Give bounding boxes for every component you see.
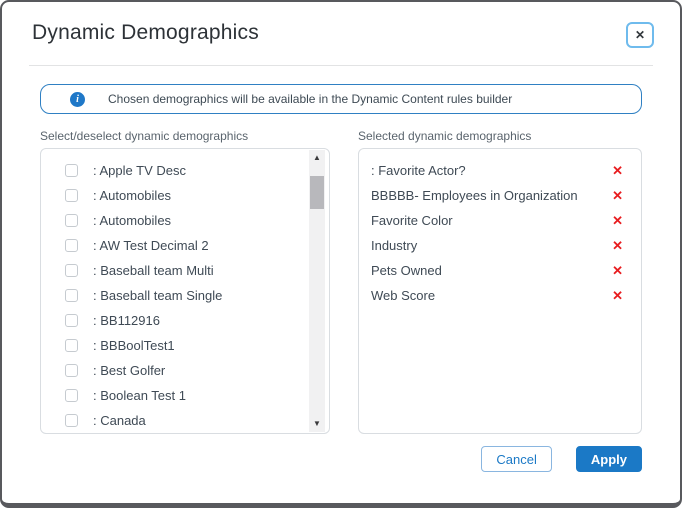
info-banner-text: Chosen demographics will be available in…	[108, 92, 512, 106]
available-panel: Select/deselect dynamic demographics : A…	[40, 129, 330, 434]
demographic-label: : Boolean Test 1	[93, 388, 186, 403]
demographic-label: : Apple TV Desc	[93, 163, 186, 178]
demographic-label: : Baseball team Multi	[93, 263, 214, 278]
info-icon: i	[70, 92, 85, 107]
remove-icon[interactable]: ✕	[612, 264, 623, 277]
selected-demographic-row: Favorite Color ✕	[371, 208, 626, 233]
selected-demographic-row: : Favorite Actor? ✕	[371, 158, 626, 183]
available-demographic-row: : BBBoolTest1	[65, 333, 309, 358]
demographic-checkbox[interactable]	[65, 389, 78, 402]
available-panel-label: Select/deselect dynamic demographics	[40, 129, 330, 143]
demographic-checkbox[interactable]	[65, 289, 78, 302]
demographic-checkbox[interactable]	[65, 264, 78, 277]
available-demographic-row: : Baseball team Multi	[65, 258, 309, 283]
demographic-label: : BBBoolTest1	[93, 338, 175, 353]
demographic-label: Favorite Color	[371, 213, 453, 228]
demographic-label: : Automobiles	[93, 213, 171, 228]
demographic-checkbox[interactable]	[65, 314, 78, 327]
scrollbar[interactable]: ▲ ▼	[309, 150, 325, 432]
demographic-label: Web Score	[371, 288, 435, 303]
page-title: Dynamic Demographics	[32, 21, 259, 45]
dynamic-demographics-modal: Dynamic Demographics ✕ i Chosen demograp…	[0, 0, 682, 508]
header-divider	[29, 65, 653, 66]
selected-demographic-row: Industry ✕	[371, 233, 626, 258]
scroll-up-icon[interactable]: ▲	[313, 150, 321, 166]
available-demographic-row: : AW Test Decimal 2	[65, 233, 309, 258]
selected-rows: : Favorite Actor? ✕ BBBBB- Employees in …	[359, 149, 641, 308]
available-demographic-row: : Best Golfer	[65, 358, 309, 383]
available-demographic-row: : Canada	[65, 408, 309, 433]
selected-panel-label: Selected dynamic demographics	[358, 129, 642, 143]
demographic-checkbox[interactable]	[65, 339, 78, 352]
apply-button[interactable]: Apply	[576, 446, 642, 472]
available-demographic-row: : Automobiles	[65, 208, 309, 233]
demographic-label: : BB112916	[93, 313, 160, 328]
available-demographic-row: : Boolean Test 1	[65, 383, 309, 408]
selected-demographic-row: BBBBB- Employees in Organization ✕	[371, 183, 626, 208]
available-rows: : Apple TV Desc : Automobiles : Automobi…	[41, 149, 329, 433]
available-demographic-row: : Automobiles	[65, 183, 309, 208]
available-demographic-row: : BB112916	[65, 308, 309, 333]
demographic-label: BBBBB- Employees in Organization	[371, 188, 578, 203]
selected-demographics-list: : Favorite Actor? ✕ BBBBB- Employees in …	[358, 148, 642, 434]
remove-icon[interactable]: ✕	[612, 214, 623, 227]
modal-header: Dynamic Demographics ✕	[2, 2, 680, 48]
selected-demographic-row: Pets Owned ✕	[371, 258, 626, 283]
selected-panel: Selected dynamic demographics : Favorite…	[358, 129, 642, 434]
demographic-checkbox[interactable]	[65, 189, 78, 202]
remove-icon[interactable]: ✕	[612, 189, 623, 202]
demographic-label: Pets Owned	[371, 263, 442, 278]
cancel-button[interactable]: Cancel	[481, 446, 551, 472]
demographic-checkbox[interactable]	[65, 414, 78, 427]
selected-demographic-row: Web Score ✕	[371, 283, 626, 308]
demographic-label: : Automobiles	[93, 188, 171, 203]
remove-icon[interactable]: ✕	[612, 239, 623, 252]
remove-icon[interactable]: ✕	[612, 289, 623, 302]
demographic-checkbox[interactable]	[65, 239, 78, 252]
available-demographic-row: : Baseball team Single	[65, 283, 309, 308]
demographic-checkbox[interactable]	[65, 364, 78, 377]
demographic-label: Industry	[371, 238, 417, 253]
close-button[interactable]: ✕	[626, 22, 654, 48]
scroll-down-icon[interactable]: ▼	[313, 416, 321, 432]
demographic-checkbox[interactable]	[65, 164, 78, 177]
available-demographic-row: : Apple TV Desc	[65, 158, 309, 183]
available-demographics-list: : Apple TV Desc : Automobiles : Automobi…	[40, 148, 330, 434]
close-icon: ✕	[635, 28, 645, 42]
panels: Select/deselect dynamic demographics : A…	[40, 129, 642, 434]
remove-icon[interactable]: ✕	[612, 164, 623, 177]
demographic-label: : Best Golfer	[93, 363, 165, 378]
scrollbar-thumb[interactable]	[310, 176, 324, 209]
demographic-label: : Favorite Actor?	[371, 163, 466, 178]
modal-footer: Cancel Apply	[2, 446, 642, 472]
demographic-label: : Baseball team Single	[93, 288, 222, 303]
demographic-checkbox[interactable]	[65, 214, 78, 227]
info-banner: i Chosen demographics will be available …	[40, 84, 642, 114]
demographic-label: : Canada	[93, 413, 146, 428]
demographic-label: : AW Test Decimal 2	[93, 238, 209, 253]
